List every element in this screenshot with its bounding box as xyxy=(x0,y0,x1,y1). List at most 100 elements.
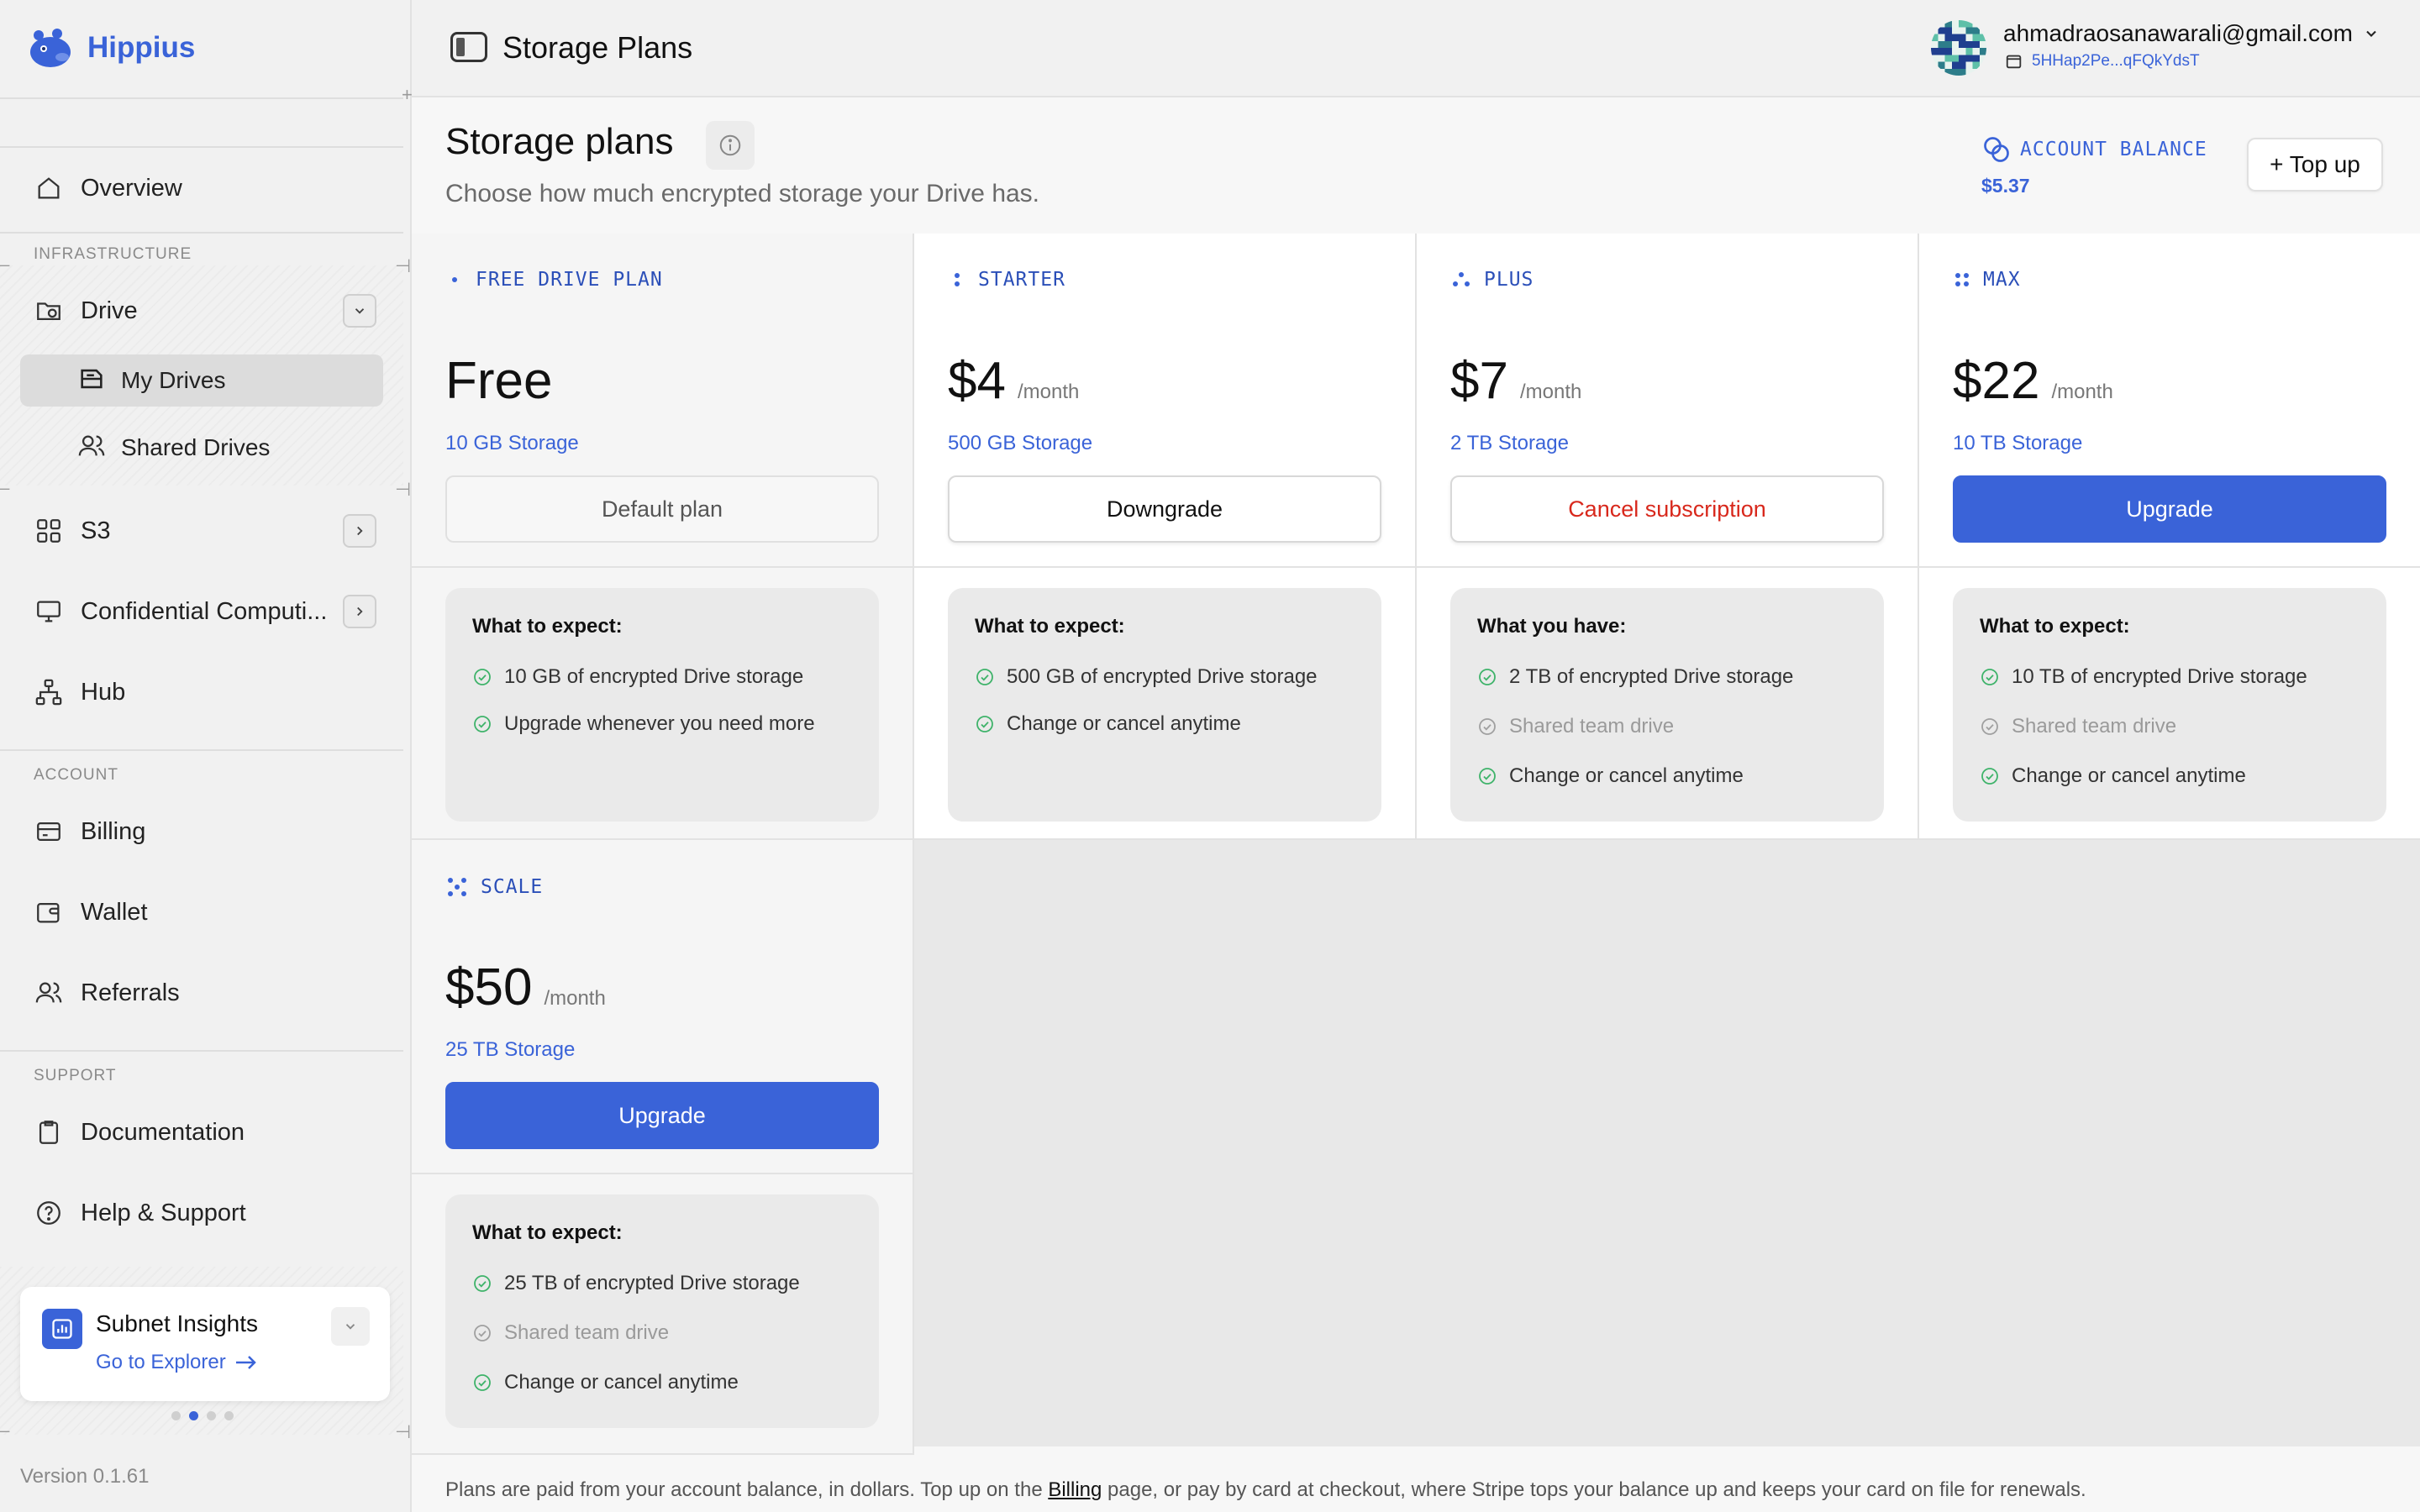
feature-text: 25 TB of encrypted Drive storage xyxy=(504,1272,800,1294)
plan-features: What to expect: 25 TB of encrypted Drive … xyxy=(445,1194,879,1428)
go-to-explorer-link[interactable]: Go to Explorer xyxy=(96,1351,258,1374)
carousel-dot[interactable] xyxy=(224,1411,234,1420)
nav-billing-label: Billing xyxy=(81,817,146,845)
billing-link[interactable]: Billing xyxy=(1048,1478,1102,1501)
divider xyxy=(0,232,403,234)
account-menu[interactable]: ahmadraosanawarali@gmail.com xyxy=(2003,20,2380,47)
feature-text: 10 GB of encrypted Drive storage xyxy=(504,665,804,688)
plan-features: What you have: 2 TB of encrypted Drive st… xyxy=(1450,588,1884,822)
credit-card-icon xyxy=(34,816,64,847)
subnet-insights-card[interactable]: Subnet Insights Go to Explorer xyxy=(20,1287,390,1401)
chevron-right-icon[interactable] xyxy=(343,595,376,628)
check-circle-disabled-icon xyxy=(1477,717,1497,737)
feature-item: Change or cancel anytime xyxy=(1980,753,2360,800)
plan-header: PLUS $7/month 2 TB Storage Cancel subscript… xyxy=(1417,234,1918,566)
page-title: Storage plans xyxy=(445,121,674,162)
nav-shared-drives[interactable]: Shared Drives xyxy=(77,422,270,474)
plan-features-heading: What to expect: xyxy=(1980,615,2130,638)
corner-tick: ⊣ xyxy=(395,479,412,500)
four-dots-icon xyxy=(1953,270,1971,289)
plan-tag: PLUS xyxy=(1450,269,1534,291)
divider xyxy=(412,1173,913,1174)
plan-tag: SCALE xyxy=(445,875,543,899)
plan-tag-label: PLUS xyxy=(1484,269,1534,291)
plan-features: What to expect: 10 GB of encrypted Drive … xyxy=(445,588,879,822)
nav-s3[interactable]: S3 xyxy=(34,507,376,554)
feature-text: Change or cancel anytime xyxy=(1007,712,1241,735)
nav-help-support[interactable]: Help & Support xyxy=(34,1189,376,1236)
carousel-dot[interactable] xyxy=(189,1411,198,1420)
top-up-button[interactable]: + Top up xyxy=(2247,138,2383,192)
plan-features-heading: What to expect: xyxy=(472,1221,623,1244)
page-subtitle: Choose how much encrypted storage your D… xyxy=(445,180,1040,207)
upgrade-button[interactable]: Upgrade xyxy=(445,1082,879,1149)
corner-tick: ⊢ xyxy=(0,479,12,500)
plan-price: $4/month xyxy=(948,351,1079,411)
nav-confidential-computing[interactable]: Confidential Computi... xyxy=(34,588,376,635)
two-dots-icon xyxy=(948,270,966,289)
app-version: Version 0.1.61 xyxy=(20,1465,150,1488)
check-circle-icon xyxy=(1477,766,1497,786)
sidebar-toggle-icon[interactable] xyxy=(450,32,487,62)
divider xyxy=(1919,566,2420,568)
nav-referrals[interactable]: Referrals xyxy=(34,969,376,1016)
nav-documentation-label: Documentation xyxy=(81,1118,245,1146)
carousel-dot[interactable] xyxy=(207,1411,216,1420)
nav-hub[interactable]: Hub xyxy=(34,669,376,716)
carousel-dot[interactable] xyxy=(171,1411,181,1420)
feature-text: 2 TB of encrypted Drive storage xyxy=(1509,665,1794,688)
account-balance-label: ACCOUNT BALANCE xyxy=(2020,139,2207,160)
plan-tag-label: MAX xyxy=(1983,269,2021,291)
folder-cloud-icon xyxy=(34,296,64,326)
nav-overview[interactable]: Overview xyxy=(34,165,376,212)
plan-features-heading: What you have: xyxy=(1477,615,1627,638)
wallet-address-row[interactable]: 5HHap2Pe...qFQkYdsT xyxy=(2005,52,2200,71)
plan-price: $22/month xyxy=(1953,351,2113,411)
grid-icon xyxy=(34,516,64,546)
account-email: ahmadraosanawarali@gmail.com xyxy=(2003,20,2353,46)
plan-storage: 10 GB Storage xyxy=(445,432,579,454)
nav-documentation[interactable]: Documentation xyxy=(34,1109,376,1156)
chevron-down-icon[interactable] xyxy=(343,294,376,328)
nav-my-drives[interactable]: My Drives xyxy=(20,354,383,407)
plan-price-amount: Free xyxy=(445,352,553,410)
feature-item: Shared team drive xyxy=(1477,701,1857,753)
plan-features: What to expect: 10 TB of encrypted Drive … xyxy=(1953,588,2386,822)
downgrade-button[interactable]: Downgrade xyxy=(948,475,1381,543)
feature-text: Shared team drive xyxy=(2012,715,2177,738)
footnote-text-2: page, or pay by card at checkout, where … xyxy=(1102,1478,2086,1501)
logo[interactable]: Hippius xyxy=(25,24,195,72)
plan-storage: 25 TB Storage xyxy=(445,1038,576,1061)
nav-drive[interactable]: Drive xyxy=(34,287,376,334)
wallet-address: 5HHap2Pe...qFQkYdsT xyxy=(2032,52,2200,70)
plan-price: Free xyxy=(445,351,552,411)
divider xyxy=(914,566,1415,568)
corner-tick: ⊢ xyxy=(0,1421,12,1442)
avatar[interactable] xyxy=(1931,20,1986,76)
carousel-dots[interactable] xyxy=(171,1411,234,1420)
chevron-down-icon[interactable] xyxy=(331,1307,370,1346)
nav-overview-label: Overview xyxy=(81,174,182,202)
plan-price-period: /month xyxy=(544,987,606,1010)
feature-item: Shared team drive xyxy=(472,1307,852,1359)
plan-features-heading: What to expect: xyxy=(975,615,1125,638)
feature-item: 500 GB of encrypted Drive storage xyxy=(975,654,1355,701)
home-icon xyxy=(34,173,64,203)
chevron-right-icon[interactable] xyxy=(343,514,376,548)
plan-storage: 2 TB Storage xyxy=(1450,432,1569,454)
feature-item: Change or cancel anytime xyxy=(1477,753,1857,800)
coins-icon xyxy=(1984,137,2009,162)
nav-wallet[interactable]: Wallet xyxy=(34,889,376,936)
nav-billing[interactable]: Billing xyxy=(34,808,376,855)
info-icon[interactable] xyxy=(706,121,755,170)
upgrade-button[interactable]: Upgrade xyxy=(1953,475,2386,543)
account-balance: ACCOUNT BALANCE $5.37 xyxy=(1981,134,2207,197)
plan-tag: FREE DRIVE PLAN xyxy=(445,269,663,291)
one-dot-icon xyxy=(445,270,464,289)
check-circle-disabled-icon xyxy=(472,1323,492,1343)
plan-storage: 10 TB Storage xyxy=(1953,432,2083,454)
feature-text: 500 GB of encrypted Drive storage xyxy=(1007,665,1318,688)
cancel-subscription-button[interactable]: Cancel subscription xyxy=(1450,475,1884,543)
hippo-logo-icon xyxy=(30,29,71,67)
plans-grid: FREE DRIVE PLAN Free 10 GB Storage Default … xyxy=(412,234,2420,1455)
